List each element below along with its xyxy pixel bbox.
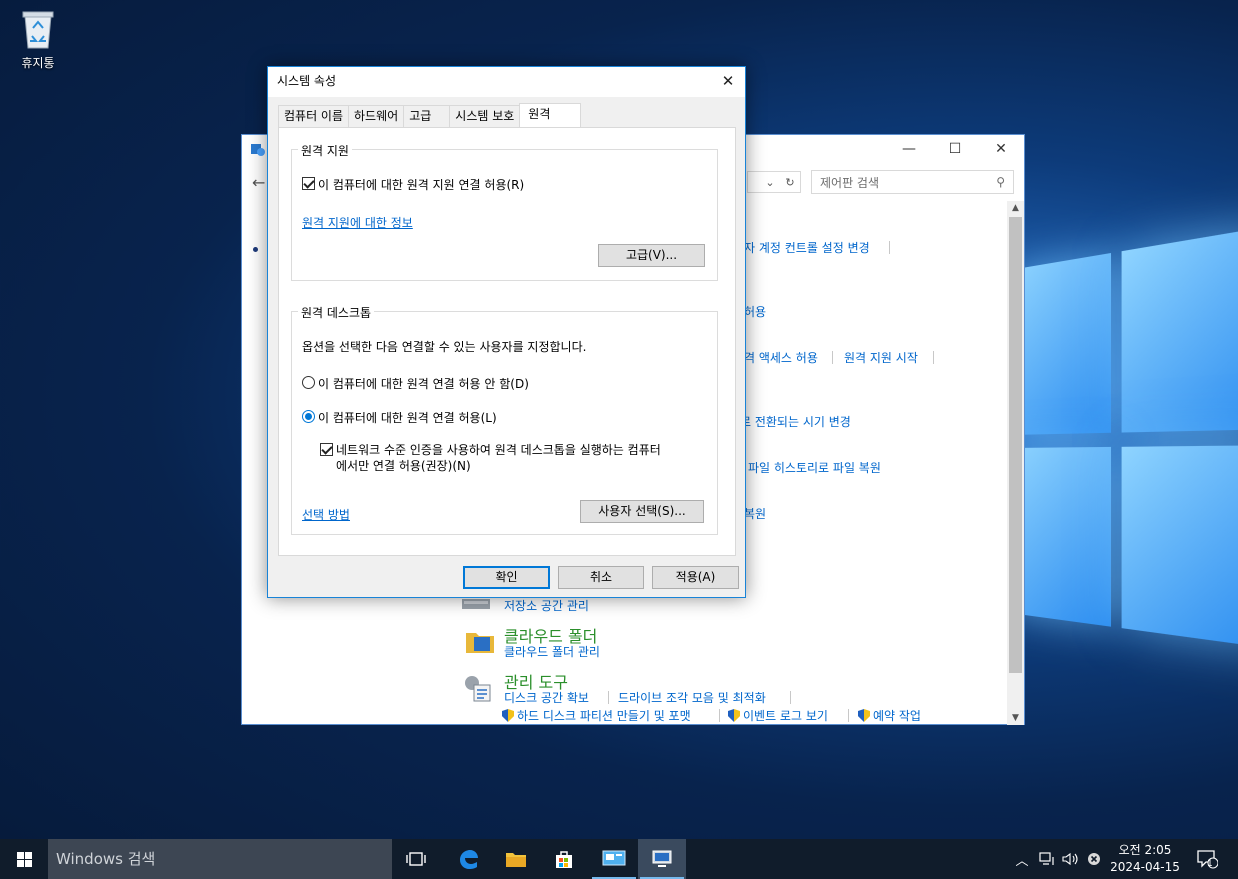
- control-panel-search-input[interactable]: 제어판 검색 ⚲: [811, 170, 1014, 194]
- recycle-bin-desktop-icon[interactable]: 휴지통: [8, 8, 68, 71]
- tab-hardware[interactable]: 하드웨어: [348, 105, 405, 127]
- remote-assist-start-link[interactable]: 원격 지원 시작: [844, 349, 918, 366]
- remote-assistance-group: 원격 지원 이 컴퓨터에 대한 원격 지원 연결 허용(R) 원격 지원에 대한…: [291, 142, 718, 281]
- sleep-change-link[interactable]: 로 전환되는 시기 변경: [740, 413, 851, 430]
- remote-access-link[interactable]: 격 액세스 허용: [744, 349, 818, 366]
- remote-desktop-description: 옵션을 선택한 다음 연결할 수 있는 사용자를 지정합니다.: [302, 340, 587, 354]
- allow-remote-assistance-label[interactable]: 이 컴퓨터에 대한 원격 지원 연결 허용(R): [318, 176, 524, 193]
- tab-computer-name[interactable]: 컴퓨터 이름: [278, 105, 350, 127]
- start-button[interactable]: [0, 839, 48, 879]
- allow-remote-label[interactable]: 이 컴퓨터에 대한 원격 연결 허용(L): [318, 409, 497, 426]
- dialog-titlebar: 시스템 속성 ✕: [268, 67, 745, 97]
- nla-checkbox[interactable]: [320, 443, 333, 456]
- tab-system-protection[interactable]: 시스템 보호: [449, 105, 521, 127]
- clock-time: 오전 2:05: [1118, 843, 1172, 857]
- allow-remote-assistance-checkbox[interactable]: [302, 177, 315, 190]
- search-placeholder: 제어판 검색: [820, 175, 880, 190]
- apply-button[interactable]: 적용(A): [652, 566, 739, 589]
- scrollbar-thumb[interactable]: [1009, 217, 1022, 673]
- shield-icon: [858, 709, 870, 722]
- cancel-button[interactable]: 취소: [558, 566, 644, 589]
- remote-desktop-group: 원격 데스크톱 옵션을 선택한 다음 연결할 수 있는 사용자를 지정합니다. …: [291, 304, 718, 535]
- deny-remote-label[interactable]: 이 컴퓨터에 대한 원격 연결 허용 안 함(D): [318, 375, 529, 392]
- system-properties-taskbar-icon[interactable]: [638, 839, 686, 879]
- scroll-down-icon[interactable]: ▼: [1007, 713, 1024, 723]
- remote-assistance-group-label: 원격 지원: [298, 142, 352, 159]
- close-icon[interactable]: ✕: [711, 67, 745, 95]
- remote-assistance-info-link[interactable]: 원격 지원에 대한 정보: [302, 214, 413, 231]
- action-center-icon[interactable]: 1: [1192, 839, 1222, 879]
- file-history-link[interactable]: 파일 히스토리로 파일 복원: [748, 459, 881, 476]
- cloud-folder-icon: [466, 633, 494, 653]
- control-panel-icon: [251, 144, 265, 156]
- volume-icon[interactable]: [1060, 839, 1082, 879]
- close-icon[interactable]: ✕: [978, 135, 1024, 163]
- tab-advanced[interactable]: 고급: [403, 105, 451, 127]
- minimize-icon[interactable]: —: [886, 135, 932, 163]
- maximize-icon[interactable]: ☐: [932, 135, 978, 163]
- nla-label-line2[interactable]: 에서만 연결 허용(권장)(N): [336, 457, 471, 474]
- shield-icon: [728, 709, 740, 722]
- deny-remote-radio[interactable]: [302, 376, 315, 389]
- search-icon: ⚲: [996, 175, 1005, 189]
- edge-browser-icon[interactable]: [444, 839, 492, 879]
- disk-cleanup-link[interactable]: 디스크 공간 확보: [504, 689, 589, 706]
- vertical-scrollbar[interactable]: ▲ ▼: [1007, 201, 1024, 725]
- remote-desktop-group-label: 원격 데스크톱: [298, 304, 375, 321]
- nla-label-line1[interactable]: 네트워크 수준 인증을 사용하여 원격 데스크톱을 실행하는 컴퓨터: [336, 441, 661, 458]
- address-bar[interactable]: ⌄ ↻: [747, 171, 801, 193]
- ok-button[interactable]: 확인: [463, 566, 550, 589]
- task-view-icon[interactable]: [392, 839, 440, 879]
- defrag-link[interactable]: 드라이브 조각 모음 및 최적화: [618, 689, 766, 706]
- back-arrow-icon[interactable]: ←: [252, 173, 265, 192]
- admin-tools-icon: [465, 676, 491, 702]
- event-log-link[interactable]: 이벤트 로그 보기: [728, 707, 828, 724]
- control-panel-taskbar-icon[interactable]: [590, 839, 638, 879]
- taskbar: Windows 검색 ︿ 오전 2:05 2024-04-15 1: [0, 839, 1238, 879]
- how-to-choose-link[interactable]: 선택 방법: [302, 506, 350, 523]
- notification-count: 1: [1207, 859, 1213, 869]
- allow-remote-radio[interactable]: [302, 410, 315, 423]
- store-icon[interactable]: [540, 839, 588, 879]
- taskbar-clock[interactable]: 오전 2:05 2024-04-15: [1100, 842, 1190, 876]
- taskbar-search-box[interactable]: Windows 검색: [48, 839, 392, 879]
- tab-strip: 컴퓨터 이름 하드웨어 고급 시스템 보호 원격: [278, 103, 582, 127]
- separator: [933, 351, 934, 364]
- uac-settings-link[interactable]: 자 계정 컨트롤 설정 변경: [744, 239, 870, 256]
- separator: [832, 351, 833, 364]
- nav-bullet: [253, 247, 258, 252]
- storage-manage-link[interactable]: 저장소 공간 관리: [504, 597, 589, 614]
- task-scheduler-link[interactable]: 예약 작업: [858, 707, 921, 724]
- separator: [848, 709, 849, 722]
- windows-wallpaper-logo: [1010, 226, 1238, 694]
- system-properties-dialog: 시스템 속성 ✕ 컴퓨터 이름 하드웨어 고급 시스템 보호 원격 원격 지원 …: [267, 66, 746, 598]
- allow-link[interactable]: 허용: [744, 303, 766, 320]
- restore-link[interactable]: 복원: [744, 505, 766, 522]
- scroll-up-icon[interactable]: ▲: [1007, 203, 1024, 213]
- separator: [608, 691, 609, 704]
- chevron-down-icon[interactable]: ⌄: [760, 176, 780, 189]
- file-explorer-icon[interactable]: [492, 839, 540, 879]
- separator: [790, 691, 791, 704]
- clock-date: 2024-04-15: [1110, 860, 1180, 874]
- remote-tab-panel: 원격 지원 이 컴퓨터에 대한 원격 지원 연결 허용(R) 원격 지원에 대한…: [278, 127, 736, 556]
- recycle-bin-label: 휴지통: [21, 56, 55, 70]
- refresh-icon[interactable]: ↻: [780, 176, 800, 189]
- shield-icon: [502, 709, 514, 722]
- chevron-up-icon[interactable]: ︿: [1012, 839, 1032, 879]
- dialog-title: 시스템 속성: [277, 74, 337, 88]
- recycle-bin-icon: [20, 8, 56, 50]
- cloud-manage-link[interactable]: 클라우드 폴더 관리: [504, 643, 600, 660]
- tab-remote[interactable]: 원격: [519, 103, 582, 127]
- windows-start-icon: [16, 851, 32, 867]
- separator: [719, 709, 720, 722]
- partition-link[interactable]: 하드 디스크 파티션 만들기 및 포맷: [502, 707, 691, 724]
- select-users-button[interactable]: 사용자 선택(S)...: [580, 500, 704, 523]
- network-icon[interactable]: [1036, 839, 1058, 879]
- advanced-button[interactable]: 고급(V)...: [598, 244, 705, 267]
- separator: [889, 241, 890, 254]
